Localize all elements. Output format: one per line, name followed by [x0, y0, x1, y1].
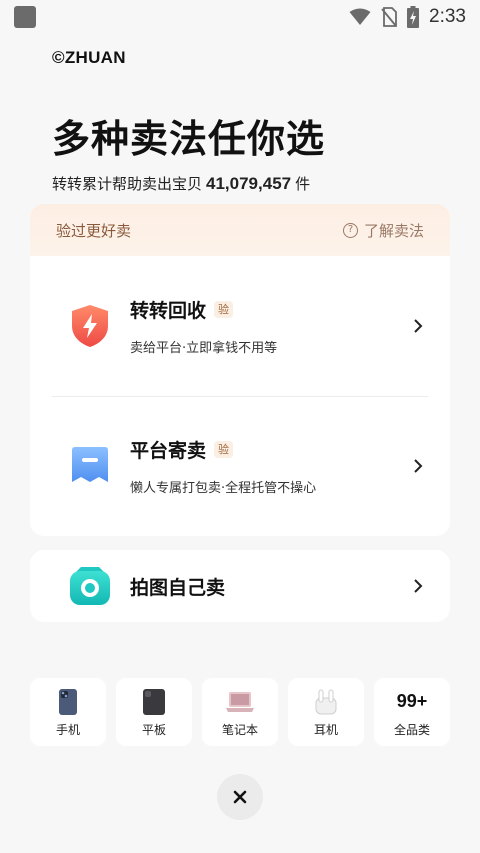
category-label: 手机: [55, 722, 80, 737]
sell-methods-card: 验过更好卖 ? 了解卖法 转转回收 验 卖给平台·立即拿钱不用等 平台寄卖 验 …: [30, 204, 450, 536]
category-label: 笔记本: [221, 722, 258, 737]
category-label: 耳机: [313, 722, 338, 737]
sold-count-number: 41,079,457: [206, 174, 292, 193]
card-header-title: 验过更好卖: [56, 221, 132, 240]
category-all[interactable]: 99+ 全品类: [374, 678, 450, 746]
option-recycle-desc: 卖给平台·立即拿钱不用等: [130, 341, 278, 356]
wifi-icon: [349, 8, 371, 25]
learn-methods-label: 了解卖法: [363, 221, 424, 240]
verified-badge: 验: [214, 440, 234, 459]
brand-logo: ©ZHUAN: [52, 48, 126, 67]
card-header: 验过更好卖 ? 了解卖法: [30, 204, 450, 256]
no-sim-icon: [381, 7, 397, 27]
status-time: 2:33: [429, 6, 466, 27]
tablet-icon: [143, 688, 165, 715]
close-button[interactable]: [217, 774, 263, 820]
page-title: 多种卖法任你选: [52, 117, 326, 161]
category-tablet[interactable]: 平板: [116, 678, 192, 746]
sold-count-prefix: 转转累计帮助卖出宝贝: [52, 175, 203, 193]
phone-icon: [59, 688, 77, 715]
option-recycle-title: 转转回收: [130, 300, 207, 322]
chevron-right-icon: [414, 579, 423, 593]
consign-card-icon: [72, 447, 108, 482]
laptop-icon: [226, 691, 254, 712]
category-earbuds[interactable]: 耳机: [288, 678, 364, 746]
category-row: 手机 平板 笔记本 耳机 99+ 全品类: [30, 678, 450, 746]
battery-charging-icon: [407, 6, 420, 28]
camera-icon: [70, 567, 110, 605]
sold-count-suffix: 件: [295, 175, 311, 193]
category-label: 全品类: [393, 722, 430, 737]
option-recycle[interactable]: 转转回收 验 卖给平台·立即拿钱不用等: [30, 266, 450, 386]
self-sell-button[interactable]: 拍图自己卖: [30, 550, 450, 622]
learn-methods-link[interactable]: ? 了解卖法: [342, 220, 424, 241]
question-circle-icon: ?: [342, 222, 358, 238]
earbuds-icon: [315, 689, 337, 714]
chevron-right-icon: [414, 319, 423, 333]
option-consign-title: 平台寄卖: [130, 440, 207, 462]
category-label: 平板: [141, 722, 166, 737]
category-laptop[interactable]: 笔记本: [202, 678, 278, 746]
option-consign[interactable]: 平台寄卖 验 懒人专属打包卖·全程托管不操心: [30, 406, 450, 526]
option-consign-desc: 懒人专属打包卖·全程托管不操心: [130, 481, 317, 496]
chevron-right-icon: [414, 459, 423, 473]
category-phone[interactable]: 手机: [30, 678, 106, 746]
app-notification-icon: [14, 6, 36, 28]
category-count: 99+: [396, 691, 428, 711]
shield-bolt-icon: [72, 305, 108, 347]
divider: [52, 396, 428, 397]
sold-count-line: 转转累计帮助卖出宝贝 41,079,457 件: [52, 173, 310, 194]
close-icon: [233, 790, 247, 804]
verified-badge: 验: [214, 300, 234, 319]
self-sell-title: 拍图自己卖: [130, 576, 226, 599]
status-bar: 2:33: [0, 0, 480, 34]
